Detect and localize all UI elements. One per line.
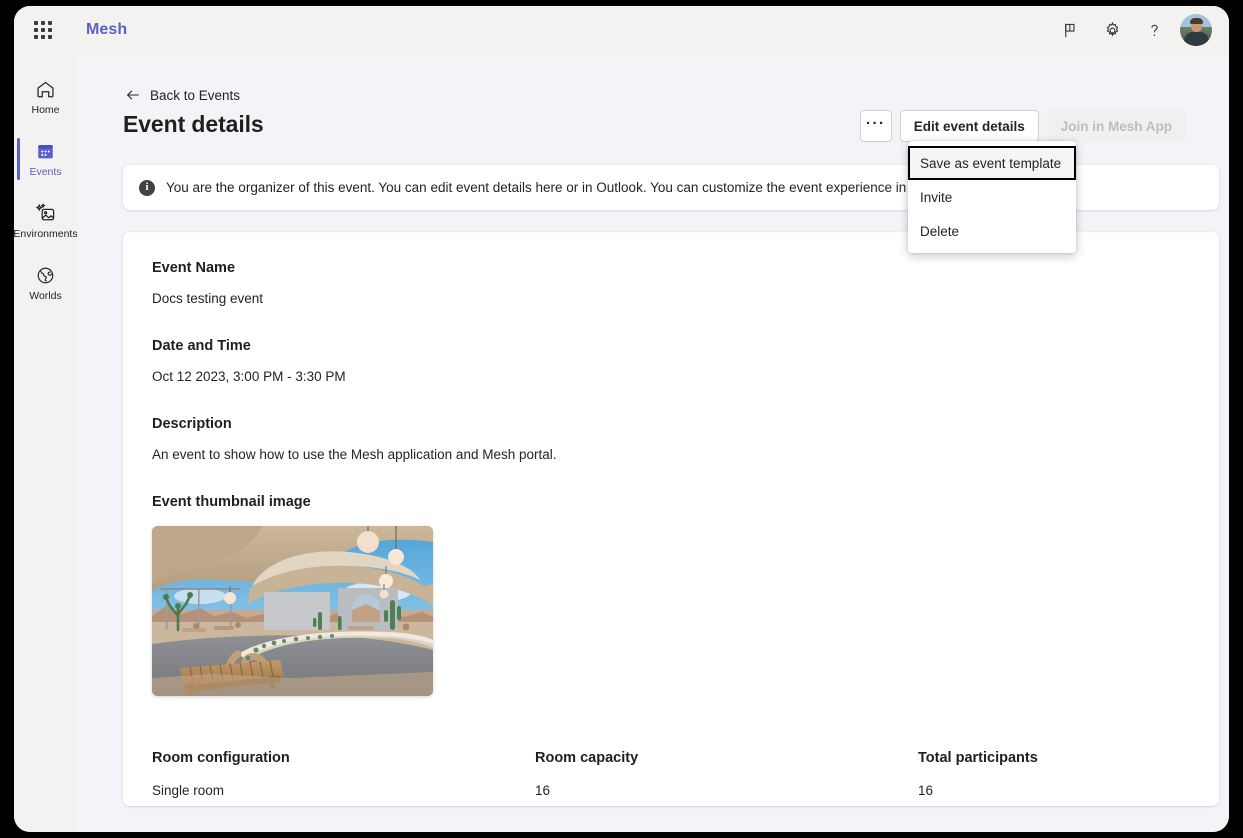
sidebar-item-events[interactable]: Events [14, 128, 77, 190]
field-label: Event Name [152, 260, 1190, 276]
more-options-button[interactable]: ··· [860, 110, 892, 142]
avatar-hair [1190, 18, 1203, 24]
menu-item-save-as-event-template[interactable]: Save as event template [908, 146, 1076, 180]
brand-title[interactable]: Mesh [86, 21, 127, 39]
image-sparkle-icon [35, 202, 57, 224]
home-icon [35, 78, 56, 100]
field-date-and-time: Date and Time Oct 12 2023, 3:00 PM - 3:3… [152, 338, 1190, 384]
stat-value: 16 [918, 783, 1038, 798]
field-value: Docs testing event [152, 291, 1190, 306]
more-options-menu: Save as event template Invite Delete [908, 141, 1076, 253]
calendar-icon [35, 140, 56, 162]
field-value: Oct 12 2023, 3:00 PM - 3:30 PM [152, 369, 1190, 384]
thumbnail-artwork [152, 526, 433, 696]
avatar[interactable] [1180, 14, 1212, 46]
field-label: Description [152, 416, 1190, 432]
flag-icon[interactable] [1054, 14, 1086, 46]
field-event-name: Event Name Docs testing event [152, 260, 1190, 306]
top-bar: Mesh [14, 6, 1229, 54]
top-bar-actions [1054, 14, 1229, 46]
stat-value: Single room [152, 783, 535, 798]
stat-room-configuration: Room configuration Single room [152, 750, 535, 798]
field-label: Date and Time [152, 338, 1190, 354]
stat-label: Room configuration [152, 750, 535, 766]
back-to-events-link[interactable]: Back to Events [125, 87, 240, 103]
stat-label: Total participants [918, 750, 1038, 766]
organizer-info-text: You are the organizer of this event. You… [166, 180, 974, 195]
back-link-label: Back to Events [150, 88, 240, 103]
sidebar-item-worlds[interactable]: Worlds [14, 252, 77, 314]
header-actions: ··· Edit event details Join in Mesh App [860, 110, 1186, 142]
menu-item-delete[interactable]: Delete [908, 214, 1076, 248]
main-content: Back to Events Event details ··· Edit ev… [77, 54, 1229, 832]
stat-room-capacity: Room capacity 16 [535, 750, 918, 798]
info-icon: i [139, 180, 155, 196]
stat-value: 16 [535, 783, 918, 798]
gear-icon[interactable] [1096, 14, 1128, 46]
sidebar-item-label: Environments [14, 228, 78, 240]
sidebar-item-label: Home [31, 104, 59, 116]
field-value: An event to show how to use the Mesh app… [152, 447, 1190, 462]
sidebar: Home Events [14, 54, 77, 832]
event-thumbnail-image [152, 526, 433, 696]
stat-total-participants: Total participants 16 [918, 750, 1038, 798]
avatar-body [1184, 32, 1209, 46]
stat-label: Room capacity [535, 750, 918, 766]
question-mark-icon[interactable] [1138, 14, 1170, 46]
app-launcher-grid-icon[interactable] [26, 13, 60, 47]
waffle-dots [34, 21, 52, 39]
event-details-card: Event Name Docs testing event Date and T… [123, 232, 1219, 806]
sidebar-item-label: Worlds [29, 290, 61, 302]
thumbnail-label: Event thumbnail image [152, 494, 1190, 510]
sidebar-item-environments[interactable]: Environments [14, 190, 77, 252]
globe-icon [35, 264, 56, 286]
edit-event-details-button[interactable]: Edit event details [900, 110, 1039, 142]
field-event-thumbnail: Event thumbnail image [152, 494, 1190, 696]
menu-item-invite[interactable]: Invite [908, 180, 1076, 214]
join-in-mesh-app-button[interactable]: Join in Mesh App [1047, 110, 1186, 142]
page-title: Event details [123, 111, 264, 138]
app-window: Mesh [14, 6, 1229, 832]
sidebar-item-home[interactable]: Home [14, 66, 77, 128]
arrow-left-icon [125, 87, 141, 103]
field-description: Description An event to show how to use … [152, 416, 1190, 462]
event-stats-row: Room configuration Single room Room capa… [152, 750, 1182, 798]
sidebar-item-label: Events [29, 166, 61, 178]
